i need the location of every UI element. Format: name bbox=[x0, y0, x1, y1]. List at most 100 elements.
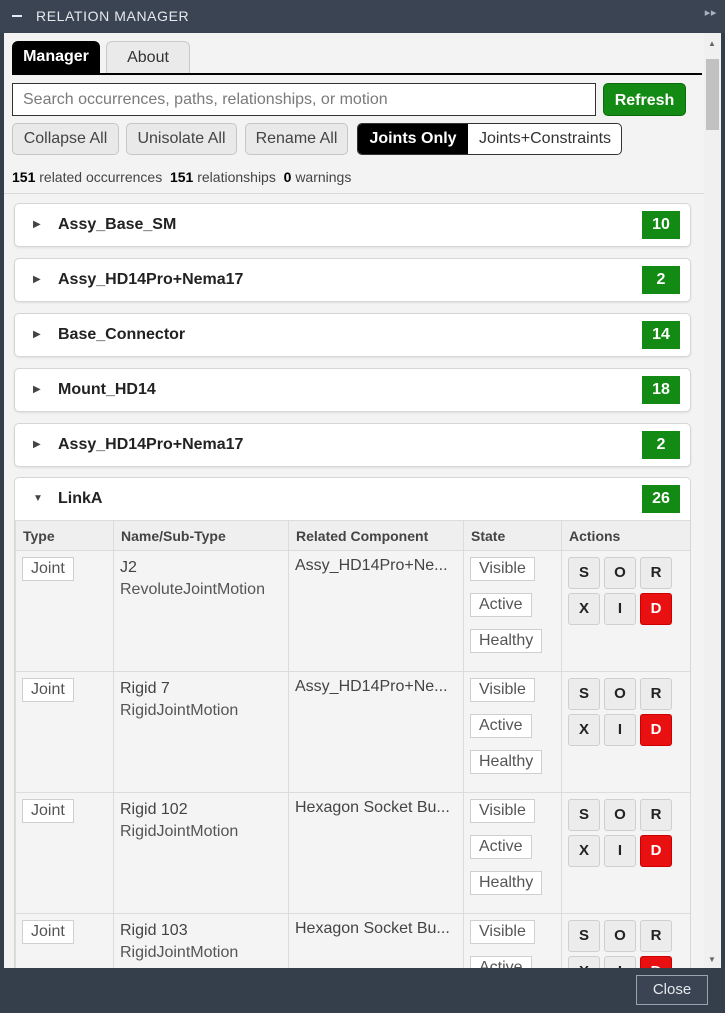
group-row[interactable]: ▶ Base_Connector 14 bbox=[14, 313, 691, 357]
collapse-all-button[interactable]: Collapse All bbox=[12, 123, 119, 155]
select-action-button[interactable]: S bbox=[568, 678, 600, 710]
group-row[interactable]: ▶ Mount_HD14 18 bbox=[14, 368, 691, 412]
type-chip: Joint bbox=[22, 557, 74, 581]
table-row: Joint Rigid 7 RigidJointMotion Assy_HD14P… bbox=[15, 671, 690, 793]
group-row[interactable]: ▶ Assy_HD14Pro+Nema17 2 bbox=[14, 258, 691, 302]
open-action-button[interactable]: O bbox=[604, 557, 636, 589]
delete-action-button[interactable]: D bbox=[640, 593, 672, 625]
group-name: Mount_HD14 bbox=[58, 381, 156, 398]
tab-manager[interactable]: Manager bbox=[12, 41, 100, 73]
stats-line: 151 related occurrences 151 relationship… bbox=[12, 169, 351, 185]
relation-subtype: RigidJointMotion bbox=[120, 944, 239, 961]
isolate-action-button[interactable]: I bbox=[604, 714, 636, 746]
group-count-badge: 2 bbox=[642, 431, 680, 459]
collapse-panel-icon[interactable]: ▸▸ bbox=[705, 6, 717, 19]
chevron-right-icon[interactable]: ▶ bbox=[33, 219, 41, 230]
row-actions: S O R X I D bbox=[568, 799, 686, 867]
chevron-down-icon[interactable]: ▼ bbox=[33, 493, 43, 504]
group-name: LinkA bbox=[58, 490, 103, 507]
open-action-button[interactable]: O bbox=[604, 799, 636, 831]
select-action-button[interactable]: S bbox=[568, 799, 600, 831]
chevron-right-icon[interactable]: ▶ bbox=[33, 274, 41, 285]
col-header-actions: Actions bbox=[561, 520, 690, 551]
tab-bar: Manager About bbox=[4, 33, 704, 77]
minimize-icon[interactable] bbox=[12, 15, 22, 17]
relation-name: Rigid 102 bbox=[120, 801, 188, 818]
rename-action-button[interactable]: R bbox=[640, 678, 672, 710]
window-title: RELATION MANAGER bbox=[36, 8, 190, 24]
rename-action-button[interactable]: R bbox=[640, 557, 672, 589]
related-component[interactable]: Hexagon Socket Bu... bbox=[295, 920, 457, 938]
state-active-chip[interactable]: Active bbox=[470, 593, 532, 617]
type-chip: Joint bbox=[22, 920, 74, 944]
open-action-button[interactable]: O bbox=[604, 920, 636, 952]
search-input[interactable] bbox=[12, 83, 596, 116]
state-visible-chip[interactable]: Visible bbox=[470, 678, 535, 702]
related-component[interactable]: Assy_HD14Pro+Ne... bbox=[295, 557, 457, 575]
group-count-badge: 26 bbox=[642, 485, 680, 513]
delete-action-button[interactable]: D bbox=[640, 835, 672, 867]
group-name: Assy_Base_SM bbox=[58, 216, 177, 233]
col-header-name: Name/Sub-Type bbox=[113, 520, 289, 551]
col-header-type: Type bbox=[15, 520, 114, 551]
type-chip: Joint bbox=[22, 799, 74, 823]
rename-all-button[interactable]: Rename All bbox=[245, 123, 348, 155]
col-header-state: State bbox=[463, 520, 562, 551]
isolate-action-button[interactable]: I bbox=[604, 835, 636, 867]
exclude-action-button[interactable]: X bbox=[568, 593, 600, 625]
tab-underline bbox=[12, 73, 702, 75]
occurrences-label: related occurrences bbox=[39, 169, 163, 185]
relation-name: Rigid 103 bbox=[120, 922, 188, 939]
row-actions: S O R X I D bbox=[568, 557, 686, 625]
tab-about[interactable]: About bbox=[106, 41, 190, 73]
state-healthy-chip: Healthy bbox=[470, 871, 543, 895]
titlebar: RELATION MANAGER ▸▸ bbox=[0, 0, 725, 33]
rename-action-button[interactable]: R bbox=[640, 799, 672, 831]
unisolate-all-button[interactable]: Unisolate All bbox=[126, 123, 237, 155]
relation-subtype: RigidJointMotion bbox=[120, 702, 239, 719]
state-visible-chip[interactable]: Visible bbox=[470, 557, 535, 581]
scroll-up-icon[interactable]: ▲ bbox=[708, 39, 716, 48]
select-action-button[interactable]: S bbox=[568, 920, 600, 952]
group-count-badge: 2 bbox=[642, 266, 680, 294]
row-actions: S O R X I D bbox=[568, 678, 686, 746]
state-healthy-chip: Healthy bbox=[470, 750, 543, 774]
related-component[interactable]: Hexagon Socket Bu... bbox=[295, 799, 457, 817]
relationships-count: 151 bbox=[169, 169, 194, 185]
close-button[interactable]: Close bbox=[636, 975, 708, 1005]
relations-table: Type Name/Sub-Type Related Component Sta… bbox=[15, 520, 690, 968]
relation-subtype: RevoluteJointMotion bbox=[120, 581, 265, 598]
refresh-button[interactable]: Refresh bbox=[603, 83, 686, 116]
state-visible-chip[interactable]: Visible bbox=[470, 799, 535, 823]
rename-action-button[interactable]: R bbox=[640, 920, 672, 952]
scroll-down-icon[interactable]: ▼ bbox=[708, 955, 716, 964]
isolate-action-button[interactable]: I bbox=[604, 593, 636, 625]
state-active-chip[interactable]: Active bbox=[470, 956, 532, 968]
state-active-chip[interactable]: Active bbox=[470, 714, 532, 738]
filter-joints-constraints[interactable]: Joints+Constraints bbox=[468, 124, 621, 154]
state-visible-chip[interactable]: Visible bbox=[470, 920, 535, 944]
isolate-action-button[interactable]: I bbox=[604, 956, 636, 968]
exclude-action-button[interactable]: X bbox=[568, 835, 600, 867]
group-row[interactable]: ▶ Assy_Base_SM 10 bbox=[14, 203, 691, 247]
group-row[interactable]: ▶ Assy_HD14Pro+Nema17 2 bbox=[14, 423, 691, 467]
delete-action-button[interactable]: D bbox=[640, 956, 672, 968]
delete-action-button[interactable]: D bbox=[640, 714, 672, 746]
exclude-action-button[interactable]: X bbox=[568, 956, 600, 968]
exclude-action-button[interactable]: X bbox=[568, 714, 600, 746]
table-row: Joint Rigid 103 RigidJointMotion Hexagon … bbox=[15, 913, 690, 968]
group-name: Assy_HD14Pro+Nema17 bbox=[58, 436, 244, 453]
related-component[interactable]: Assy_HD14Pro+Ne... bbox=[295, 678, 457, 696]
chevron-right-icon[interactable]: ▶ bbox=[33, 384, 41, 395]
scrollbar-thumb[interactable] bbox=[706, 59, 719, 130]
chevron-right-icon[interactable]: ▶ bbox=[33, 439, 41, 450]
table-header-row: Type Name/Sub-Type Related Component Sta… bbox=[15, 520, 690, 551]
state-active-chip[interactable]: Active bbox=[470, 835, 532, 859]
vertical-scrollbar[interactable]: ▲ ▼ bbox=[704, 33, 721, 968]
select-action-button[interactable]: S bbox=[568, 557, 600, 589]
main-panel: Manager About Refresh Collapse All Uniso… bbox=[4, 33, 721, 968]
row-actions: S O R X I D bbox=[568, 920, 686, 968]
chevron-right-icon[interactable]: ▶ bbox=[33, 329, 41, 340]
filter-joints-only[interactable]: Joints Only bbox=[358, 124, 468, 154]
open-action-button[interactable]: O bbox=[604, 678, 636, 710]
